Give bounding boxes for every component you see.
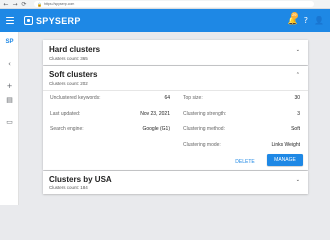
- chevron-left-icon[interactable]: ‹: [0, 60, 19, 68]
- help-icon[interactable]: ?: [304, 16, 308, 25]
- detail-value: Nov 23, 2021: [140, 111, 170, 117]
- soft-clusters-card: Soft clusters Clusters count: 202 ⌃ Uncl…: [43, 66, 308, 170]
- soft-clusters-count: Clusters count: 202: [49, 81, 88, 86]
- detail-value: Google (G1): [142, 126, 170, 132]
- usa-clusters-count: Clusters count: 184: [49, 185, 88, 190]
- chevron-down-icon[interactable]: ⌄: [296, 47, 300, 53]
- detail-label: Clustering method:: [183, 126, 225, 132]
- detail-value: 3: [297, 111, 300, 117]
- logo[interactable]: SPYSERP: [24, 16, 81, 26]
- notification-badge: 29: [290, 11, 298, 19]
- delete-button[interactable]: DELETE: [234, 157, 256, 167]
- notifications-button[interactable]: 🔔 29: [288, 11, 298, 25]
- chevron-down-icon[interactable]: ⌄: [296, 177, 300, 183]
- lock-icon: 🔒: [37, 1, 42, 7]
- plus-icon[interactable]: +: [0, 82, 19, 90]
- url-text[interactable]: https://spyserp.com: [44, 2, 74, 6]
- library-icon[interactable]: ▤: [0, 96, 19, 104]
- sidebar-logo[interactable]: SP: [0, 38, 19, 46]
- detail-value: 30: [294, 95, 300, 101]
- hard-clusters-card[interactable]: Hard clusters Clusters count: 365 ⌄: [43, 40, 308, 65]
- logo-mark-icon: [24, 16, 33, 25]
- detail-label: Search engine:: [50, 126, 84, 132]
- usa-clusters-title: Clusters by USA: [49, 175, 112, 184]
- detail-label: Clustering strength:: [183, 111, 227, 117]
- manage-button[interactable]: MANAGE: [267, 154, 303, 166]
- detail-label: Last updated:: [50, 111, 81, 117]
- divider: [43, 90, 308, 91]
- back-icon[interactable]: ←: [3, 0, 9, 9]
- hard-clusters-count: Clusters count: 365: [49, 56, 88, 61]
- detail-value: Soft: [291, 126, 300, 132]
- chevron-up-icon[interactable]: ⌃: [296, 72, 300, 78]
- hard-clusters-title: Hard clusters: [49, 45, 101, 54]
- app-header: SPYSERP 🔔 29 ? 👤: [0, 9, 330, 32]
- detail-value: Links Weight: [271, 142, 300, 148]
- usa-clusters-card[interactable]: Clusters by USA Clusters count: 184 ⌄: [43, 171, 308, 194]
- detail-value: 64: [164, 95, 170, 101]
- detail-label: Top size:: [183, 95, 203, 101]
- browser-toolbar: ← → ⟳ 🔒 https://spyserp.com: [0, 0, 330, 9]
- address-bar[interactable]: 🔒 https://spyserp.com: [34, 1, 314, 7]
- detail-label: Unclustered keywords:: [50, 95, 101, 101]
- account-icon[interactable]: 👤: [314, 16, 324, 25]
- sidebar: SP ‹ + ▤ ▭: [0, 32, 19, 205]
- detail-label: Clustering mode:: [183, 142, 221, 148]
- forward-icon[interactable]: →: [12, 0, 18, 9]
- reload-icon[interactable]: ⟳: [21, 0, 27, 9]
- monitor-icon[interactable]: ▭: [0, 118, 19, 126]
- logo-text: SPYSERP: [36, 15, 81, 26]
- soft-clusters-title: Soft clusters: [49, 70, 98, 79]
- menu-icon[interactable]: [6, 17, 14, 24]
